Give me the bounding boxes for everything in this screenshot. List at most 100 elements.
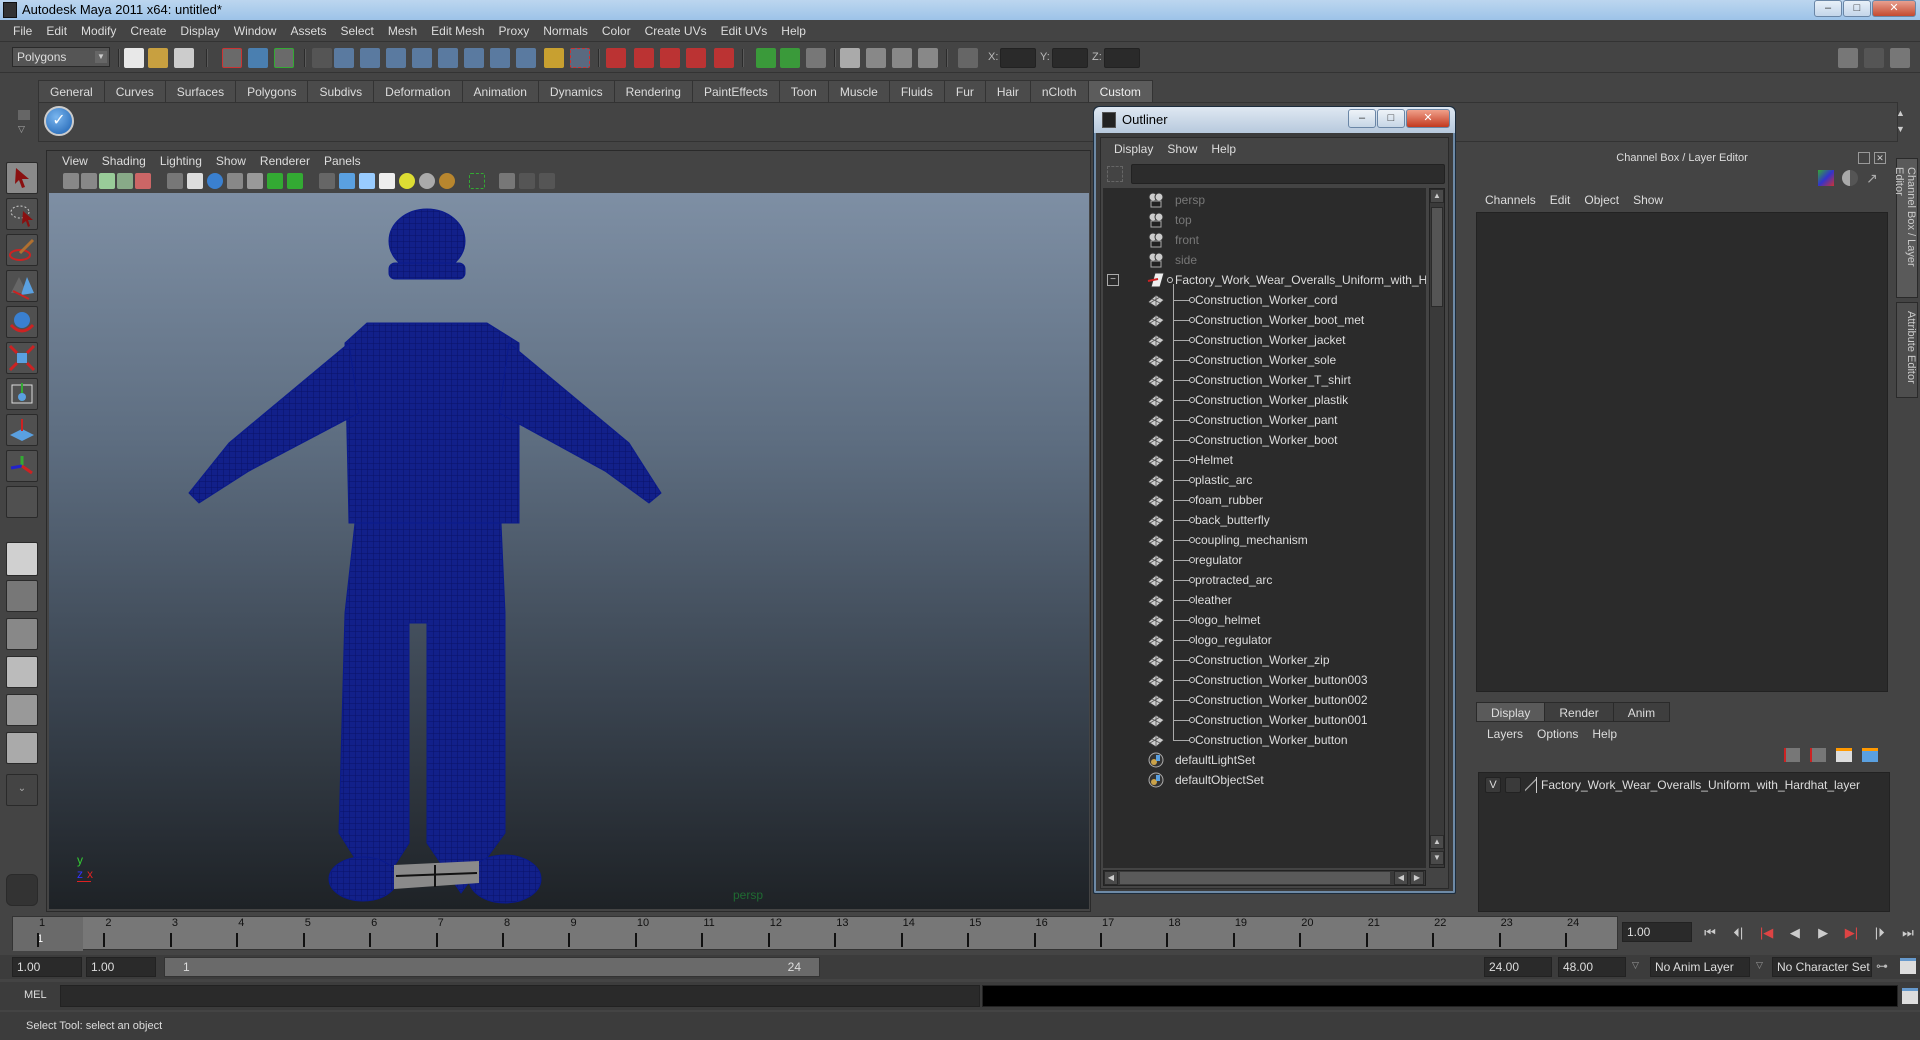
outliner-menu-show[interactable]: Show — [1160, 142, 1204, 156]
field-chart-icon[interactable] — [247, 173, 263, 189]
scrollbar-thumb[interactable] — [1431, 207, 1443, 307]
layer-row[interactable]: V Factory_Work_Wear_Overalls_Uniform_wit… — [1481, 775, 1887, 795]
save-scene-icon[interactable] — [174, 48, 194, 68]
shadows-icon[interactable] — [439, 173, 455, 189]
arrow-icon[interactable]: ↗ — [1866, 170, 1882, 186]
snap-to-grid-icon[interactable] — [606, 48, 626, 68]
render-view-icon[interactable] — [840, 48, 860, 68]
select-dynamics-icon[interactable] — [464, 48, 484, 68]
menu-display[interactable]: Display — [173, 24, 226, 38]
scrollbar-thumb[interactable] — [1120, 872, 1390, 884]
scroll-left-icon[interactable]: ◀ — [1104, 871, 1118, 885]
open-scene-icon[interactable] — [148, 48, 168, 68]
menu-help[interactable]: Help — [774, 24, 813, 38]
rotate-tool-button[interactable] — [6, 306, 38, 338]
layout-single-persp-button[interactable] — [6, 542, 38, 576]
move-tool-button[interactable] — [6, 270, 38, 302]
scale-tool-button[interactable] — [6, 342, 38, 374]
menu-assets[interactable]: Assets — [283, 24, 333, 38]
shelf-tab-muscle[interactable]: Muscle — [827, 80, 890, 102]
menu-edit-mesh[interactable]: Edit Mesh — [424, 24, 491, 38]
menu-select[interactable]: Select — [333, 24, 380, 38]
shelf-scroll-up-icon[interactable]: ▲ — [1896, 108, 1905, 118]
shelf-tab-deformation[interactable]: Deformation — [373, 80, 463, 102]
move-layer-down-icon[interactable] — [1810, 748, 1826, 762]
shelf-tab-general[interactable]: General — [38, 80, 105, 102]
select-rendering-icon[interactable] — [490, 48, 510, 68]
channel-box-menu-show[interactable]: Show — [1626, 193, 1670, 207]
select-surfaces-icon[interactable] — [412, 48, 432, 68]
outliner-item-mesh[interactable]: Helmet — [1103, 450, 1426, 470]
smooth-shade-icon[interactable] — [339, 173, 355, 189]
maximize-button[interactable]: □ — [1843, 0, 1871, 17]
shelf-tab-curves[interactable]: Curves — [103, 80, 166, 102]
layout-four-view-button[interactable] — [6, 580, 38, 612]
outliner-item-mesh[interactable]: Construction_Worker_plastik — [1103, 390, 1426, 410]
select-by-component-icon[interactable] — [274, 48, 294, 68]
viewport-menu-show[interactable]: Show — [209, 154, 253, 168]
outliner-item-camera-front[interactable]: front — [1103, 230, 1426, 250]
render-settings-icon[interactable] — [918, 48, 938, 68]
scroll-down-icon[interactable]: ▼ — [1430, 851, 1444, 865]
outliner-item-mesh[interactable]: Construction_Worker_T_shirt — [1103, 370, 1426, 390]
outliner-minimize-button[interactable]: – — [1348, 109, 1376, 128]
lock-selection-icon[interactable] — [544, 48, 564, 68]
script-editor-icon[interactable] — [1902, 988, 1918, 1004]
show-manipulator-button[interactable] — [6, 450, 38, 482]
select-tool-button[interactable] — [6, 162, 38, 194]
viewport-menu-shading[interactable]: Shading — [95, 154, 153, 168]
scroll-left-icon[interactable]: ◀ — [1394, 871, 1408, 885]
command-input[interactable] — [60, 985, 980, 1007]
z-field[interactable] — [1104, 48, 1140, 68]
shelf-tab-polygons[interactable]: Polygons — [235, 80, 309, 102]
use-default-lighting-icon[interactable] — [399, 173, 415, 189]
show-channel-box-icon[interactable] — [1890, 48, 1910, 68]
outliner-item-mesh[interactable]: Construction_Worker_cord — [1103, 290, 1426, 310]
menu-normals[interactable]: Normals — [536, 24, 595, 38]
menu-create[interactable]: Create — [123, 24, 173, 38]
auto-key-icon[interactable]: ⊶ — [1876, 959, 1888, 973]
current-frame-field[interactable]: 1.00 — [1622, 922, 1692, 942]
select-misc-icon[interactable] — [516, 48, 536, 68]
shelf-tab-ncloth[interactable]: nCloth — [1029, 80, 1089, 102]
viewport-menu-renderer[interactable]: Renderer — [253, 154, 317, 168]
shelf-scroll-down-icon[interactable]: ▼ — [1896, 124, 1905, 134]
outliner-item-mesh[interactable]: logo_helmet — [1103, 610, 1426, 630]
make-live-icon[interactable] — [714, 48, 734, 68]
y-field[interactable] — [1052, 48, 1088, 68]
channel-box-menu-edit[interactable]: Edit — [1543, 193, 1578, 207]
menu-edit-uvs[interactable]: Edit UVs — [714, 24, 775, 38]
perspective-viewport[interactable]: y z x persp — [49, 193, 1089, 909]
use-all-lights-icon[interactable] — [419, 173, 435, 189]
outliner-item-mesh[interactable]: regulator — [1103, 550, 1426, 570]
outliner-item-mesh[interactable]: Construction_Worker_boot_met — [1103, 310, 1426, 330]
range-slider[interactable]: 1 24 — [164, 957, 820, 977]
scroll-right-icon[interactable]: ▶ — [1410, 871, 1424, 885]
manipulator-toggle-icon[interactable] — [1818, 170, 1834, 186]
layer-menu-help[interactable]: Help — [1585, 727, 1624, 741]
shelf-tab-rendering[interactable]: Rendering — [613, 80, 693, 102]
snap-to-points-icon[interactable] — [660, 48, 680, 68]
outliner-item-camera-persp[interactable]: persp — [1103, 190, 1426, 210]
viewport-menu-panels[interactable]: Panels — [317, 154, 368, 168]
more-layouts-button[interactable]: ⌄ — [6, 774, 38, 806]
character-set-chevron-icon[interactable]: ▽ — [1756, 960, 1763, 971]
layer-color-icon[interactable] — [1525, 777, 1537, 793]
gate-mask-icon[interactable] — [227, 173, 243, 189]
show-attribute-editor-icon[interactable] — [1838, 48, 1858, 68]
select-deformations-icon[interactable] — [438, 48, 458, 68]
menu-set-dropdown[interactable]: Polygons ▼ — [12, 47, 110, 67]
layout-persp-graph-outliner-button[interactable] — [6, 732, 38, 764]
camera-attributes-icon[interactable] — [81, 173, 97, 189]
isolate-select-icon[interactable] — [499, 173, 515, 189]
bookmarks-icon[interactable] — [99, 173, 115, 189]
scroll-up-icon[interactable]: ▲ — [1430, 835, 1444, 849]
selection-mask-icon[interactable] — [312, 48, 332, 68]
outliner-close-button[interactable]: ✕ — [1406, 109, 1450, 128]
layer-tab-render[interactable]: Render — [1544, 702, 1614, 722]
layer-display-type-toggle[interactable] — [1505, 777, 1521, 793]
outliner-item-set[interactable]: defaultLightSet — [1103, 750, 1426, 770]
outliner-item-mesh[interactable]: plastic_arc — [1103, 470, 1426, 490]
layer-tab-anim[interactable]: Anim — [1612, 702, 1671, 722]
outliner-item-mesh[interactable]: Construction_Worker_boot — [1103, 430, 1426, 450]
